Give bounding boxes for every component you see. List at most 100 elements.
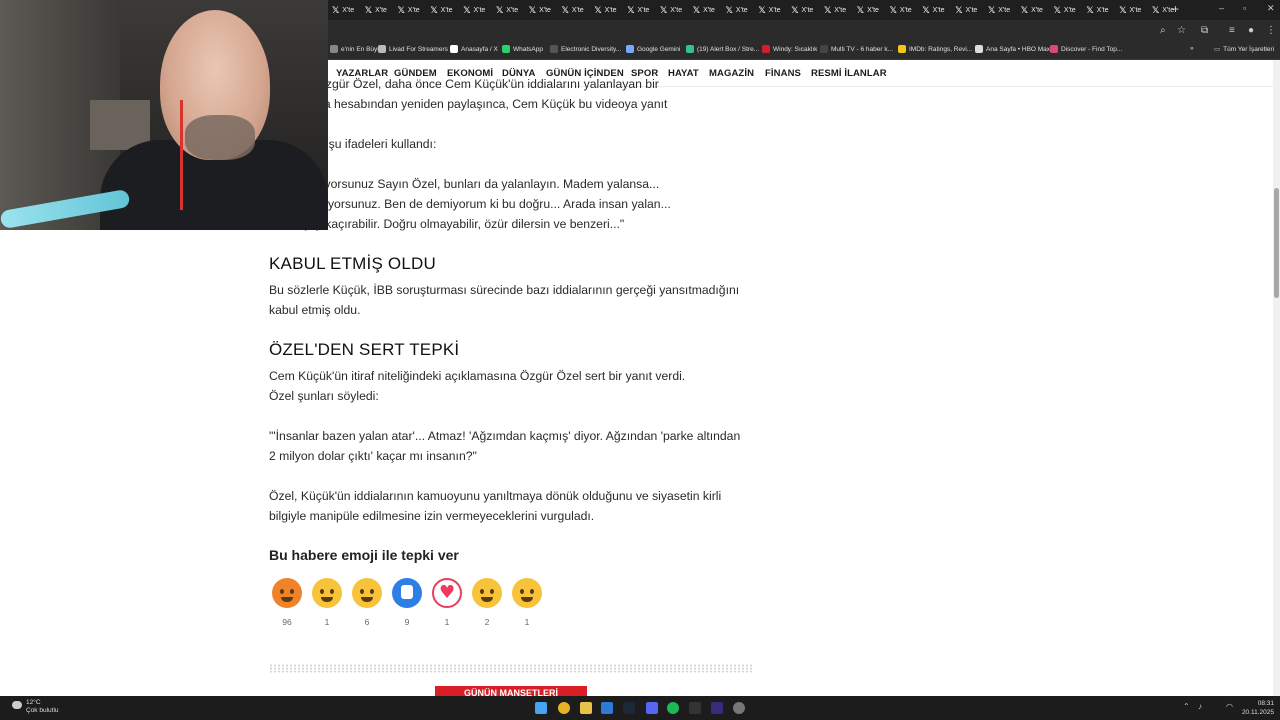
bookmark-item[interactable]: Ana Sayfa • HBO Max (975, 45, 1050, 53)
reaction-surprised[interactable]: 1 (509, 578, 545, 627)
epic-games-icon[interactable] (689, 702, 701, 714)
bookmark-item[interactable]: Windy: Sıcaklık (762, 45, 817, 53)
x-logo-icon: 𝕏 (758, 5, 766, 16)
minimize-button[interactable]: – (1219, 3, 1224, 13)
bookmark-item[interactable]: Livad For Streamers (378, 45, 448, 53)
spotify-icon[interactable] (667, 702, 679, 714)
reaction-angry[interactable]: 96 (269, 578, 305, 627)
x-logo-icon: 𝕏 (1119, 5, 1127, 16)
file-explorer-icon[interactable] (580, 702, 592, 714)
app-icon[interactable] (711, 702, 723, 714)
reaction-count: 1 (324, 617, 330, 627)
page-scrollbar[interactable] (1273, 60, 1280, 696)
article-quote: 2 milyon dolar çıktı' kaçar mı insanın?" (269, 449, 477, 463)
browser-tab[interactable]: 𝕏 X'te (890, 3, 912, 18)
bookmark-item[interactable]: IMDb: Ratings, Revi... (898, 45, 972, 53)
x-logo-icon: 𝕏 (463, 5, 471, 16)
bookmark-item[interactable]: Anasayfa / X (450, 45, 498, 53)
dotted-divider (269, 664, 754, 673)
wifi-icon[interactable]: ◠ (1226, 702, 1233, 711)
discord-icon[interactable] (646, 702, 658, 714)
browser-tab[interactable]: 𝕏 X'te (693, 3, 715, 18)
reaction-count: 1 (524, 617, 530, 627)
browser-tab[interactable]: 𝕏 X'te (922, 3, 944, 18)
weather-widget[interactable]: 12°C Çok bulutlu (12, 699, 59, 715)
bookmark-favicon-icon (378, 45, 386, 53)
reaction-heart-eyes[interactable]: 1 (309, 578, 345, 627)
obs-icon[interactable] (733, 702, 745, 714)
all-bookmarks-button[interactable]: ▭ Tüm Yer İşaretleri (1214, 45, 1274, 54)
scroll-thumb[interactable] (1274, 188, 1279, 298)
menu-icon[interactable]: ⋮ (1266, 25, 1276, 36)
browser-tab[interactable]: 𝕏 X'te (594, 3, 616, 18)
browser-tab-label: X'te (473, 7, 486, 14)
browser-tab[interactable]: 𝕏 X'te (627, 3, 649, 18)
headlines-button[interactable]: GÜNÜN MANŞETLERİ (435, 686, 587, 696)
browser-tab[interactable]: 𝕏 X'te (332, 3, 354, 18)
browser-tab[interactable]: 𝕏 X'te (824, 3, 846, 18)
bookmark-item[interactable]: Multi TV - 6 haber k... (820, 45, 893, 53)
bookmark-item[interactable]: Discover - Find Top... (1050, 45, 1122, 53)
reaction-heart[interactable]: ♥ 1 (429, 578, 465, 627)
edge-icon[interactable] (601, 702, 613, 714)
profile-icon[interactable]: ● (1248, 25, 1254, 36)
browser-tab[interactable]: 𝕏 X'te (857, 3, 879, 18)
x-logo-icon: 𝕏 (660, 5, 668, 16)
browser-tab-label: X'te (375, 7, 387, 14)
x-logo-icon: 𝕏 (364, 5, 373, 16)
browser-tab[interactable]: 𝕏 X'te (562, 3, 584, 18)
start-icon[interactable] (535, 702, 547, 714)
x-logo-icon: 𝕏 (725, 5, 733, 16)
mic-icon[interactable]: ♪ (1198, 702, 1202, 711)
media-icon[interactable]: ≡ (1229, 25, 1235, 36)
browser-tab[interactable]: 𝕏 X'te (1086, 3, 1108, 18)
x-logo-icon: 𝕏 (528, 5, 537, 16)
bookmarks-more-button[interactable]: » (1190, 45, 1194, 52)
reaction-like[interactable]: 9 (389, 578, 425, 627)
browser-tab[interactable]: 𝕏 X'te (398, 3, 420, 18)
x-logo-icon: 𝕏 (397, 5, 405, 16)
browser-tab[interactable]: 𝕏 X'te (1152, 3, 1174, 18)
bookmark-item[interactable]: WhatsApp (502, 45, 543, 53)
browser-tab[interactable]: 𝕏 X'te (1054, 3, 1076, 18)
bookmark-item[interactable]: Google Gemini (626, 45, 680, 53)
folder-icon: ▭ (1214, 46, 1221, 53)
browser-tab[interactable]: 𝕏 X'te (463, 3, 485, 18)
browser-tab[interactable]: 𝕏 X'te (988, 3, 1010, 18)
reaction-sad[interactable]: 2 (469, 578, 505, 627)
browser-tab[interactable]: 𝕏 X'te (529, 3, 551, 18)
laughing-emoji-icon (352, 578, 382, 608)
steam-icon[interactable] (623, 702, 635, 714)
bookmark-item[interactable]: Electronic Diversity... (550, 45, 621, 53)
extensions-icon[interactable]: ⧉ (1201, 25, 1208, 36)
search-icon[interactable]: ⌕ (1160, 25, 1166, 36)
tray-chevron-icon[interactable]: ⌃ (1183, 702, 1190, 711)
reaction-count: 1 (444, 617, 450, 627)
browser-tab-label: X'te (571, 7, 584, 14)
nav-item[interactable]: RESMİ İLANLAR (811, 68, 887, 79)
x-logo-icon: 𝕏 (332, 5, 340, 16)
browser-tab[interactable]: 𝕏 X'te (791, 3, 813, 18)
browser-tab[interactable]: 𝕏 X'te (660, 3, 682, 18)
browser-tab[interactable]: 𝕏 X'te (496, 3, 518, 18)
browser-tab[interactable]: 𝕏 X'te (1021, 3, 1043, 18)
x-logo-icon: 𝕏 (1053, 5, 1061, 16)
chrome-icon[interactable] (558, 702, 570, 714)
nav-item[interactable]: FİNANS (765, 68, 801, 79)
browser-tab[interactable]: 𝕏 X'te (1119, 3, 1141, 18)
browser-tab[interactable]: 𝕏 X'te (430, 3, 452, 18)
browser-tab[interactable]: 𝕏 X'te (758, 3, 780, 18)
star-icon[interactable]: ☆ (1177, 25, 1186, 36)
bookmark-label: WhatsApp (513, 45, 543, 53)
browser-tab[interactable]: 𝕏 X'te (365, 3, 387, 18)
browser-tab[interactable]: 𝕏 X'te (955, 3, 977, 18)
nav-item[interactable]: HAYAT (668, 68, 699, 79)
browser-tab[interactable]: 𝕏 X'te (726, 3, 748, 18)
reaction-laughing[interactable]: 6 (349, 578, 385, 627)
taskbar-clock[interactable]: 08:31 20.11.2025 (1240, 699, 1274, 717)
close-window-button[interactable]: ✕ (1267, 3, 1275, 14)
maximize-button[interactable]: ▫ (1243, 3, 1246, 13)
bookmark-item[interactable]: (19) Alert Box / Stre... (686, 45, 759, 53)
nav-item[interactable]: MAGAZİN (709, 68, 754, 79)
new-tab-button[interactable]: + (1172, 2, 1179, 16)
